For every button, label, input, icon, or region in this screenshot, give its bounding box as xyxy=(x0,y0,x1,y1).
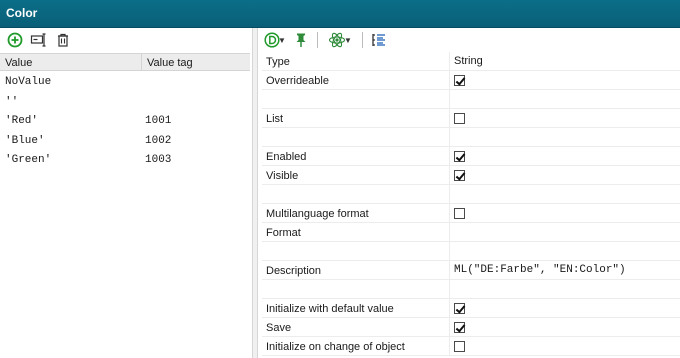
property-row-empty xyxy=(262,242,680,261)
values-table-body: NoValue '' 'Red' 1001 'Blue' 1002 'Green… xyxy=(0,72,250,170)
value-cell: '' xyxy=(5,95,19,108)
property-value xyxy=(450,185,680,203)
property-value[interactable]: String xyxy=(450,52,680,70)
value-tag-cell xyxy=(142,96,250,112)
add-circle-icon[interactable] xyxy=(6,31,24,49)
properties-pane: ▼ ▼ Type String Overrideable List Enable… xyxy=(258,28,680,358)
pin-icon[interactable] xyxy=(292,31,310,49)
multilanguage-format-checkbox[interactable] xyxy=(454,208,465,219)
property-name xyxy=(262,242,450,260)
property-name xyxy=(262,280,450,298)
property-row-overrideable[interactable]: Overrideable xyxy=(262,71,680,90)
overrideable-checkbox[interactable] xyxy=(454,75,465,86)
property-value xyxy=(450,128,680,146)
column-header-value[interactable]: Value xyxy=(0,54,142,70)
property-row-multilanguage-format[interactable]: Multilanguage format xyxy=(262,204,680,223)
property-name xyxy=(262,128,450,146)
property-name: Multilanguage format xyxy=(262,204,450,222)
atom-dropdown-icon[interactable]: ▼ xyxy=(325,31,355,49)
save-checkbox[interactable] xyxy=(454,322,465,333)
property-value xyxy=(450,280,680,298)
properties-grid: Type String Overrideable List Enabled Vi… xyxy=(262,52,680,356)
property-row-empty xyxy=(262,185,680,204)
values-table-header: Value Value tag xyxy=(0,53,250,71)
table-row[interactable]: 'Red' 1001 xyxy=(0,111,250,131)
initialize-default-checkbox[interactable] xyxy=(454,303,465,314)
edit-rename-icon[interactable] xyxy=(30,31,48,49)
property-name: Initialize on change of object xyxy=(262,337,450,355)
values-pane: Value Value tag NoValue '' 'Red' 1001 'B… xyxy=(0,28,252,358)
property-row-type[interactable]: Type String xyxy=(262,52,680,71)
initialize-on-change-checkbox[interactable] xyxy=(454,341,465,352)
property-name: Format xyxy=(262,223,450,241)
format-value-field[interactable] xyxy=(450,223,680,241)
value-tag-cell: 1002 xyxy=(145,134,172,147)
property-row-save[interactable]: Save xyxy=(262,318,680,337)
chevron-down-icon: ▼ xyxy=(278,35,286,45)
property-name: Overrideable xyxy=(262,71,450,89)
toolbar-divider xyxy=(317,32,318,48)
value-cell: 'Green' xyxy=(5,154,52,166)
property-row-initialize-on-change[interactable]: Initialize on change of object xyxy=(262,337,680,356)
property-name: Save xyxy=(262,318,450,336)
value-tag-cell xyxy=(142,76,250,92)
property-name: Type xyxy=(262,52,450,70)
table-row[interactable]: 'Green' 1003 xyxy=(0,150,250,170)
property-row-list[interactable]: List xyxy=(262,109,680,128)
value-tag-cell: 1001 xyxy=(145,115,172,127)
property-row-empty xyxy=(262,90,680,109)
property-name: List xyxy=(262,109,450,127)
property-name xyxy=(262,90,450,108)
visible-checkbox[interactable] xyxy=(454,170,465,181)
value-tag-cell: 1003 xyxy=(145,154,172,166)
toolbar-divider xyxy=(362,32,363,48)
property-row-empty xyxy=(262,280,680,299)
property-row-initialize-default[interactable]: Initialize with default value xyxy=(262,299,680,318)
table-row[interactable]: 'Blue' 1002 xyxy=(0,131,250,151)
property-name: Description xyxy=(262,261,450,279)
window-title: Color xyxy=(0,0,680,28)
column-header-value-tag[interactable]: Value tag xyxy=(142,54,250,70)
value-cell: 'Blue' xyxy=(5,134,45,147)
value-cell: NoValue xyxy=(5,76,52,88)
enabled-checkbox[interactable] xyxy=(454,151,465,162)
property-name xyxy=(262,185,450,203)
table-row[interactable]: NoValue xyxy=(0,72,250,92)
d-circle-dropdown-icon[interactable]: ▼ xyxy=(262,31,288,49)
value-cell: 'Red' xyxy=(5,115,39,127)
property-row-description[interactable]: Description ML("DE:Farbe", "EN:Color") xyxy=(262,261,680,280)
property-row-format[interactable]: Format xyxy=(262,223,680,242)
property-name: Visible xyxy=(262,166,450,184)
properties-toolbar: ▼ ▼ xyxy=(258,28,680,52)
property-value xyxy=(450,90,680,108)
values-toolbar xyxy=(0,28,252,52)
property-row-enabled[interactable]: Enabled xyxy=(262,147,680,166)
property-value xyxy=(450,242,680,260)
delete-trash-icon[interactable] xyxy=(54,31,72,49)
description-value-field[interactable]: ML("DE:Farbe", "EN:Color") xyxy=(450,261,680,279)
property-row-visible[interactable]: Visible xyxy=(262,166,680,185)
property-name: Enabled xyxy=(262,147,450,165)
property-name: Initialize with default value xyxy=(262,299,450,317)
table-row[interactable]: '' xyxy=(0,92,250,112)
list-tree-icon[interactable] xyxy=(370,31,388,49)
property-row-empty xyxy=(262,128,680,147)
chevron-down-icon: ▼ xyxy=(344,35,352,45)
list-checkbox[interactable] xyxy=(454,113,465,124)
